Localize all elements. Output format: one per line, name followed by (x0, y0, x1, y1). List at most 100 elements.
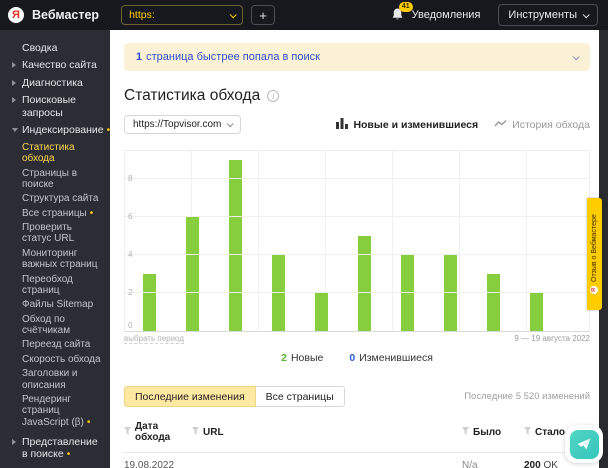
sidebar-item-label: Поисковые запросы (22, 94, 77, 119)
y-axis-tick-label: 8 (128, 174, 133, 184)
chart-legend: 2 Новые 0 Изменившиеся (124, 352, 590, 364)
new-feature-dot: • (86, 417, 91, 429)
cell-before-link[interactable]: N/a (462, 460, 478, 468)
sidebar-subitem-файлы[interactable]: Файлы Sitemap (22, 299, 104, 311)
chevron-down-icon (572, 52, 580, 60)
site-select-dropdown[interactable]: https: (121, 5, 244, 25)
sidebar-subitem-label: Файлы Sitemap (22, 299, 94, 311)
sidebar-subitem-label: Рендеринг страниц JavaScript (β) (22, 393, 84, 429)
y-axis-tick-label: 2 (128, 288, 133, 298)
legend-item-изменившиеся[interactable]: 0 Изменившиеся (349, 352, 433, 364)
column-header-было[interactable]: Было (462, 426, 516, 438)
notification-badge: 41 (398, 2, 413, 12)
sidebar-item-label: Диагностика (22, 76, 83, 89)
chart-gridline (125, 254, 589, 256)
feedback-tab-button[interactable]: Я Отзыв о Вебмастере (587, 198, 602, 310)
topbar: Я Вебмастер https: + 41 Уведомления Инст… (0, 0, 608, 30)
sidebar-subitem-label: Заголовки и описания (22, 367, 78, 391)
chart-bar[interactable] (315, 293, 328, 331)
chat-widget[interactable] (565, 425, 603, 463)
sidebar-subitem-скорость[interactable]: Скорость обхода (22, 354, 104, 366)
table-header-row: Дата обхода URL Было Стало (124, 421, 590, 453)
sidebar-subitem-статистика[interactable]: Статистика обхода (22, 142, 104, 165)
column-header-label: URL (203, 426, 224, 438)
sidebar-item-сводка[interactable]: Сводка (14, 42, 104, 54)
y-axis-tick-label: 0 (128, 321, 133, 330)
chart-plot-area: 0 2 4 6 8 (124, 150, 590, 332)
sidebar-subitem-label: Переобход страниц (22, 273, 73, 297)
sidebar-subitem-проверить[interactable]: Проверить статус URL (22, 222, 104, 245)
notifications-label: Уведомления (411, 9, 481, 21)
status-code: 200 (524, 460, 541, 468)
add-site-button[interactable]: + (251, 5, 276, 25)
new-feature-dot: • (89, 207, 94, 219)
notification-banner[interactable]: 1 страница быстрее попала в поиск (124, 43, 590, 71)
sidebar-subitem-страницы[interactable]: Страницы в поиске (22, 168, 104, 191)
chart-bar[interactable] (487, 274, 500, 331)
yandex-logo-icon: Я (590, 285, 599, 294)
sidebar-item-label: Сводка (22, 42, 58, 54)
chart-bar[interactable] (530, 293, 543, 331)
sidebar-subitem-мониторинг[interactable]: Мониторинг важных страниц (22, 248, 104, 271)
chart-gridline (125, 292, 589, 294)
sidebar-item-индексирование[interactable]: Индексирование • (12, 124, 110, 137)
legend-value: 2 (281, 352, 287, 364)
yandex-logo-icon[interactable]: Я (8, 7, 24, 23)
crawl-statistics-chart: 0 2 4 6 8 выбрать период 9 — 19 августа 2022… (124, 150, 590, 364)
sidebar-item-представление[interactable]: Представление в поиске • (12, 436, 104, 461)
chevron-down-icon (229, 10, 237, 18)
sidebar-subitem-label: Переезд сайта (22, 339, 91, 351)
sidebar-item-качество[interactable]: Качество сайта (12, 59, 104, 71)
send-chat-button[interactable] (569, 429, 599, 459)
column-header-url[interactable]: URL (192, 426, 454, 438)
column-header-дата-обхода[interactable]: Дата обхода (124, 421, 184, 443)
sidebar-item-диагностика[interactable]: Диагностика (12, 76, 104, 89)
sidebar-subitem-заголовки[interactable]: Заголовки и описания (22, 368, 104, 391)
sidebar-item-поисковые[interactable]: Поисковые запросы (12, 94, 104, 119)
tab-все[interactable]: Все страницы (255, 386, 345, 407)
tools-menu-button[interactable]: Инструменты (498, 4, 598, 26)
sidebar-subitem-label: Страницы в поиске (22, 167, 78, 191)
chart-gridline (125, 216, 589, 218)
chart-bar[interactable] (358, 236, 371, 331)
filter-funnel-icon (124, 426, 131, 438)
sidebar-subitem-структура[interactable]: Структура сайта (22, 193, 104, 205)
sidebar-subitem-переобход[interactable]: Переобход страниц (22, 274, 104, 297)
host-select-value: https://Topvisor.com (133, 119, 222, 130)
chevron-right-icon (12, 97, 16, 104)
chevron-down-icon (12, 127, 18, 132)
table-body: 19.08.2022N/a200 OKN/a302 Found (124, 453, 590, 468)
sidebar-subitem-переезд[interactable]: Переезд сайта (22, 339, 104, 351)
chevron-down-icon (227, 120, 235, 128)
filter-funnel-icon (524, 426, 531, 438)
new-feature-dot: • (66, 449, 71, 461)
column-header-label: Дата обхода (135, 421, 171, 443)
y-axis-tick-label: 6 (128, 212, 133, 222)
chart-bar[interactable] (186, 217, 199, 331)
chart-gridline (125, 178, 589, 180)
select-period-link[interactable]: выбрать период (124, 334, 184, 344)
site-select-value: https: (129, 9, 155, 21)
host-select-dropdown[interactable]: https://Topvisor.com (124, 115, 242, 134)
view-toggle-history[interactable]: История обхода (494, 119, 590, 131)
sidebar-subitem-все[interactable]: Все страницы • (22, 208, 104, 220)
sidebar-subitem-рендеринг[interactable]: Рендеринг страниц JavaScript (β) • (22, 394, 104, 429)
notifications-button[interactable]: 41 Уведомления (390, 2, 481, 23)
legend-item-новые[interactable]: 2 Новые (281, 352, 323, 364)
view-toggle-new-changed[interactable]: Новые и изменившиеся (336, 117, 478, 132)
legend-value: 0 (349, 352, 356, 364)
info-icon[interactable]: i (267, 90, 280, 102)
tab-последние[interactable]: Последние изменения (124, 386, 256, 407)
chart-bar[interactable] (229, 160, 242, 331)
page-title: Статистика обхода (124, 87, 261, 104)
view-toggle-label: История обхода (512, 118, 590, 131)
column-header-label: Было (473, 426, 502, 438)
y-axis-tick-label: 4 (128, 250, 133, 260)
chart-bar[interactable] (143, 274, 156, 331)
sidebar-subitem-label: Мониторинг важных страниц (22, 247, 98, 271)
app-title: Вебмастер (32, 8, 100, 22)
changes-table: Дата обхода URL Было Стало 19.08.2022 N/a 200… (124, 421, 590, 468)
cell-crawl-date: 19.08.2022 (124, 460, 175, 468)
main-content: 1 страница быстрее попала в поиск Статис… (110, 30, 599, 468)
sidebar-subitem-обход[interactable]: Обход по счётчикам (22, 314, 104, 337)
